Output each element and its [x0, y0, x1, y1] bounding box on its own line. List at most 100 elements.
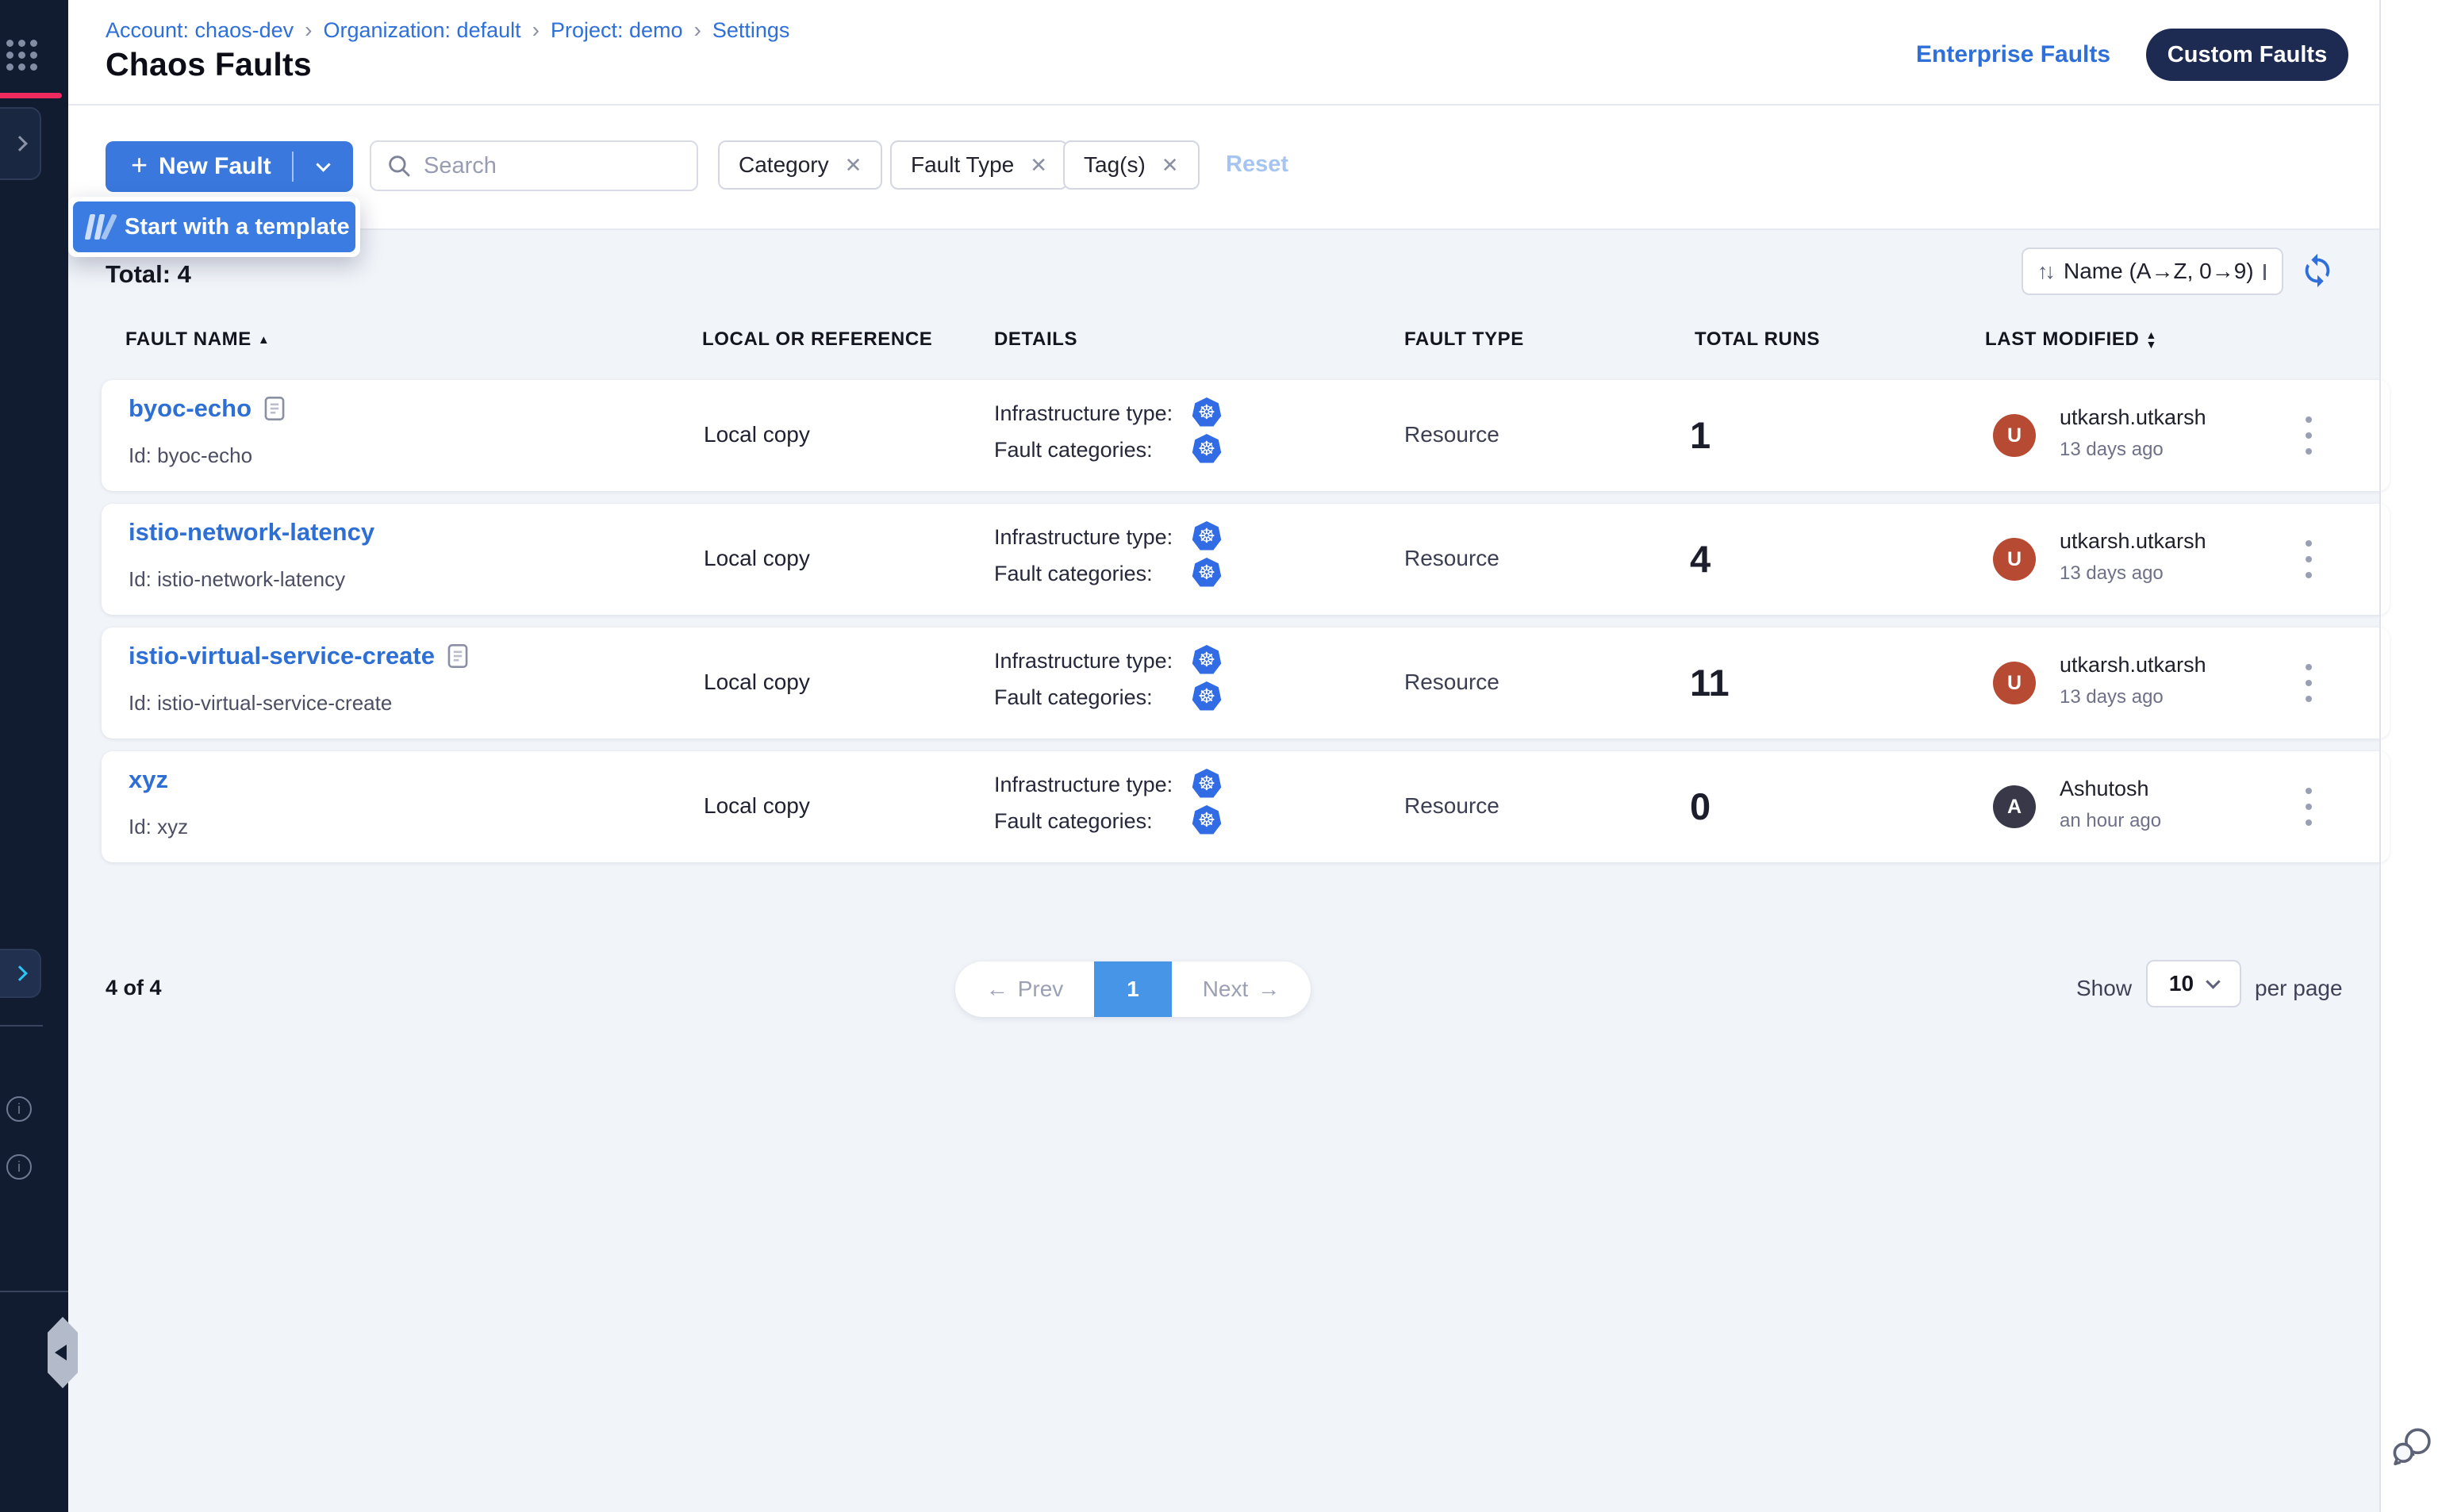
chevron-right-icon: [12, 136, 28, 152]
table-row[interactable]: istio-network-latency Id: istio-network-…: [102, 504, 2390, 615]
nav-accent-bar: [0, 93, 62, 98]
page-size-select[interactable]: 10: [2146, 960, 2241, 1007]
sort-asc-icon: ▲: [258, 333, 270, 347]
modified-by-user: Ashutosh: [2060, 777, 2149, 801]
infrastructure-type-label: Infrastructure type:: [994, 649, 1173, 673]
pagination: ← Prev 1 Next →: [955, 961, 1311, 1017]
modified-time: 13 days ago: [2060, 562, 2164, 585]
row-menu-button[interactable]: [2293, 540, 2325, 578]
fault-id: Id: xyz: [129, 815, 188, 839]
modified-by-user: utkarsh.utkarsh: [2060, 405, 2206, 430]
fault-type-cell: Resource: [1404, 422, 1499, 447]
plus-icon: +: [131, 148, 148, 182]
info-icon[interactable]: i: [6, 1096, 32, 1122]
current-page-button[interactable]: 1: [1094, 961, 1172, 1017]
column-label: FAULT TYPE: [1404, 328, 1524, 351]
new-fault-dropdown: Start with a template: [68, 197, 360, 257]
fault-description-icon[interactable]: [264, 395, 285, 422]
row-menu-button[interactable]: [2293, 664, 2325, 702]
column-header-fault-name[interactable]: FAULT NAME ▲: [125, 328, 270, 351]
new-fault-button[interactable]: + New Fault: [106, 141, 353, 192]
fault-name-link[interactable]: istio-virtual-service-create: [129, 642, 435, 670]
breadcrumb-separator: ›: [305, 17, 312, 43]
infrastructure-type-label: Infrastructure type:: [994, 773, 1173, 797]
table-row[interactable]: xyz Id: xyz Local copy Infrastructure ty…: [102, 751, 2390, 862]
chevron-down-icon: [316, 157, 330, 171]
close-icon[interactable]: ✕: [1030, 153, 1047, 178]
prev-label: Prev: [1018, 977, 1064, 1002]
info-glyph: i: [17, 1101, 21, 1118]
row-menu-button[interactable]: [2293, 788, 2325, 826]
arrow-right-icon: →: [1257, 977, 1280, 1002]
nav-divider: [0, 1025, 43, 1027]
prev-page-button[interactable]: ← Prev: [955, 977, 1094, 1002]
chevron-down-icon: [2206, 974, 2220, 988]
kubernetes-icon: ☸: [1192, 645, 1222, 675]
app-grid-icon[interactable]: [6, 40, 37, 71]
kubernetes-icon: ☸: [1192, 521, 1222, 551]
reset-filters-button[interactable]: Reset: [1226, 152, 1288, 178]
column-header-last-modified[interactable]: LAST MODIFIED ▲▼: [1985, 328, 2157, 351]
kubernetes-icon: ☸: [1192, 681, 1222, 712]
kubernetes-icon: ☸: [1192, 558, 1222, 588]
page-size-value: 10: [2169, 971, 2194, 996]
breadcrumb-project[interactable]: Project: demo: [551, 18, 683, 43]
kubernetes-icon: ☸: [1192, 434, 1222, 464]
fault-name-link[interactable]: xyz: [129, 766, 168, 794]
kubernetes-icon: ☸: [1192, 397, 1222, 428]
modified-by-user: utkarsh.utkarsh: [2060, 529, 2206, 554]
start-with-template-label: Start with a template: [125, 214, 350, 240]
search-icon: [386, 152, 413, 179]
fault-name-link[interactable]: istio-network-latency: [129, 518, 374, 547]
infrastructure-type-label: Infrastructure type:: [994, 525, 1173, 550]
breadcrumb-account[interactable]: Account: chaos-dev: [106, 18, 294, 43]
fault-categories-label: Fault categories:: [994, 685, 1153, 710]
fault-description-icon[interactable]: [447, 643, 468, 670]
total-runs-cell: 11: [1690, 661, 1730, 704]
close-icon[interactable]: ✕: [1161, 153, 1179, 178]
filter-chip-fault-type[interactable]: Fault Type ✕: [890, 140, 1068, 190]
filter-chip-category[interactable]: Category ✕: [718, 140, 882, 190]
kubernetes-icon: ☸: [1192, 805, 1222, 835]
custom-faults-button[interactable]: Custom Faults: [2146, 29, 2348, 81]
column-header-details: DETAILS: [994, 328, 1077, 351]
info-icon[interactable]: i: [6, 1154, 32, 1180]
breadcrumb: Account: chaos-dev › Organization: defau…: [106, 17, 789, 43]
close-icon[interactable]: ✕: [845, 153, 862, 178]
sort-select[interactable]: ↑↓ Name (A→Z, 0→9): [2022, 248, 2283, 295]
row-menu-button[interactable]: [2293, 416, 2325, 455]
fault-id: Id: byoc-echo: [129, 443, 252, 468]
fault-id: Id: istio-virtual-service-create: [129, 691, 392, 716]
scrollbar-track[interactable]: [2379, 0, 2381, 1512]
info-glyph: i: [17, 1159, 21, 1176]
template-icon: [85, 214, 115, 240]
local-or-reference-cell: Local copy: [704, 546, 810, 571]
total-runs-cell: 0: [1690, 785, 1711, 828]
breadcrumb-settings[interactable]: Settings: [712, 18, 790, 43]
avatar: U: [1993, 662, 2036, 704]
next-page-button[interactable]: Next →: [1172, 977, 1311, 1002]
nav-expand-button[interactable]: [0, 107, 41, 180]
fault-list-section: Total: 4 ↑↓ Name (A→Z, 0→9) FAULT NAME ▲…: [68, 230, 2379, 1512]
column-label: FAULT NAME: [125, 328, 251, 351]
next-label: Next: [1203, 977, 1249, 1002]
arrow-left-icon: ←: [986, 977, 1008, 1002]
search-input[interactable]: [424, 153, 662, 179]
breadcrumb-organization[interactable]: Organization: default: [323, 18, 520, 43]
local-or-reference-cell: Local copy: [704, 793, 810, 819]
enterprise-faults-link[interactable]: Enterprise Faults: [1916, 41, 2110, 68]
fault-type-cell: Resource: [1404, 546, 1499, 571]
chat-help-icon[interactable]: [2390, 1425, 2436, 1471]
fault-name-link[interactable]: byoc-echo: [129, 394, 251, 423]
column-label: LOCAL OR REFERENCE: [702, 328, 932, 351]
table-row[interactable]: istio-virtual-service-create Id: istio-v…: [102, 627, 2390, 739]
start-with-template-menu-item[interactable]: Start with a template: [73, 201, 355, 252]
fault-categories-label: Fault categories:: [994, 438, 1153, 462]
nav-divider: [0, 1291, 68, 1292]
column-header-fault-type: FAULT TYPE: [1404, 328, 1524, 351]
new-fault-caret-button[interactable]: [294, 164, 353, 170]
table-row[interactable]: byoc-echo Id: byoc-echo Local copy Infra…: [102, 380, 2390, 491]
refresh-button[interactable]: [2299, 252, 2336, 289]
filter-chip-tags[interactable]: Tag(s) ✕: [1063, 140, 1200, 190]
nav-expand-bottom-button[interactable]: [0, 949, 41, 998]
